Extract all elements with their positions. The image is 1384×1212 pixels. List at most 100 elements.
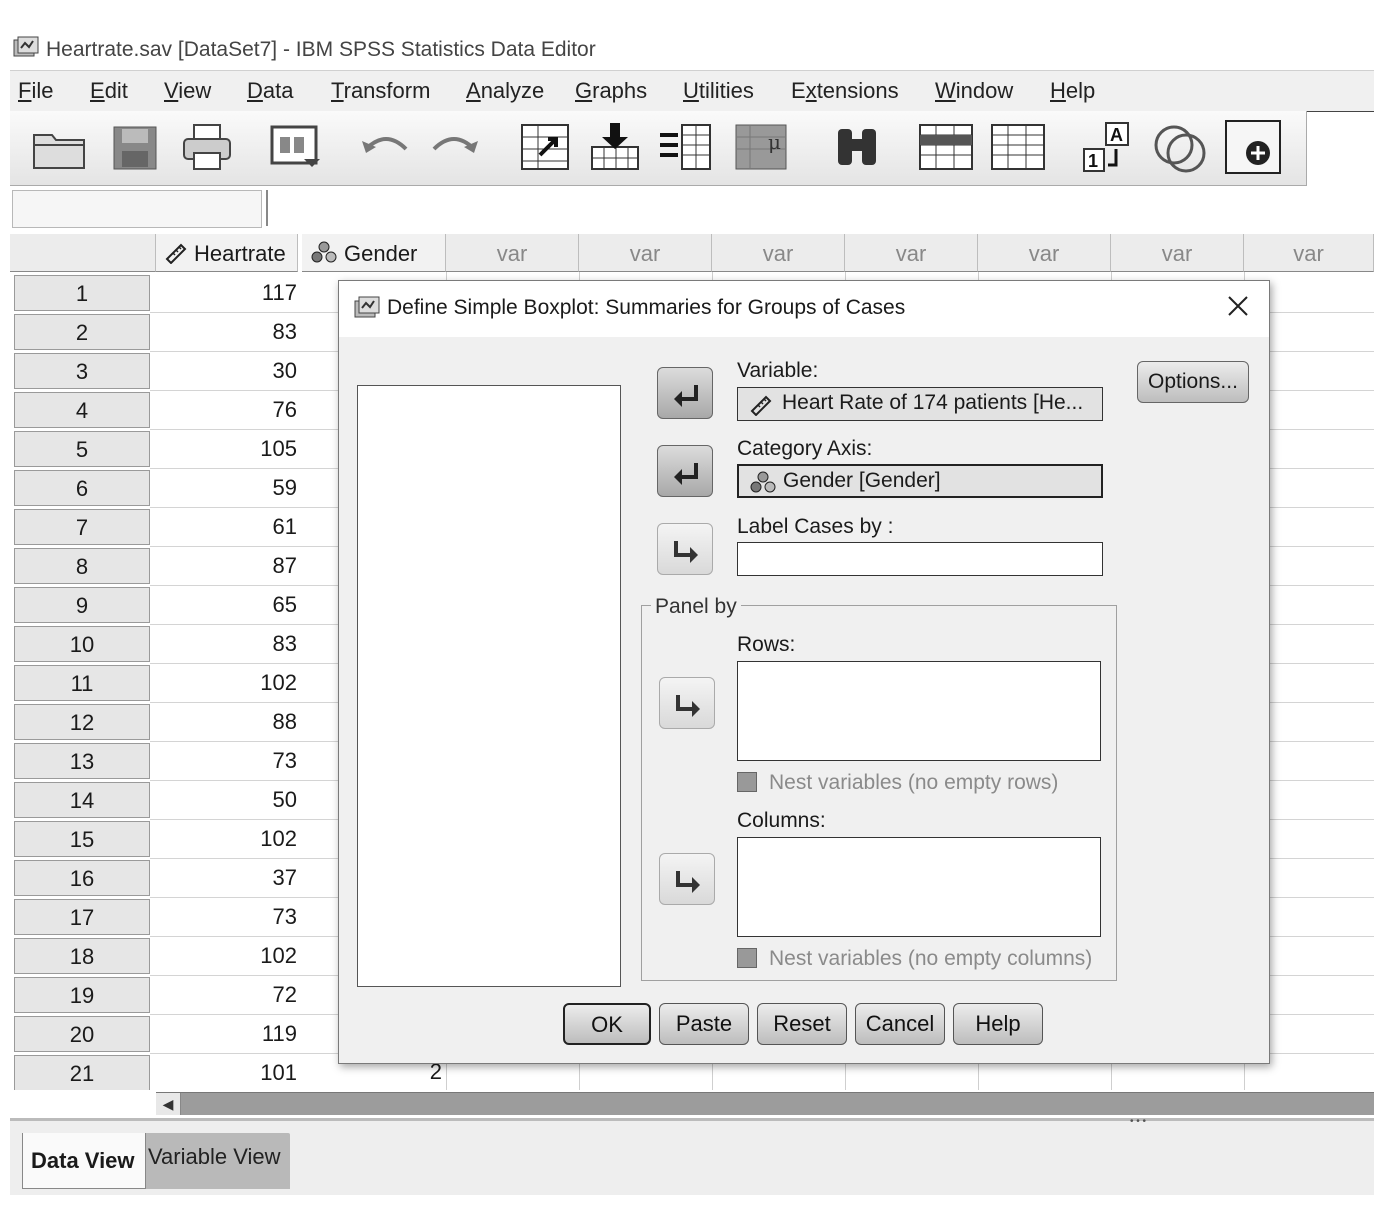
row-header[interactable]: 18 (14, 938, 150, 974)
move-to-variable-button[interactable] (657, 367, 713, 419)
row-header[interactable]: 2 (14, 314, 150, 350)
menu-utilities[interactable]: Utilities (683, 78, 754, 104)
goto-case-icon[interactable] (516, 119, 574, 175)
options-button[interactable]: Options... (1137, 361, 1249, 403)
pane-resize-handle-icon[interactable]: • • • (1130, 1116, 1146, 1127)
heartrate-cell[interactable]: 102 (155, 664, 297, 702)
row-header[interactable]: 7 (14, 509, 150, 545)
column-header-heartrate[interactable]: Heartrate (156, 234, 298, 272)
column-header-var[interactable]: var (579, 234, 712, 272)
column-header-var[interactable]: var (712, 234, 845, 272)
horizontal-scrollbar[interactable]: ◀ (156, 1092, 1374, 1115)
heartrate-cell[interactable]: 105 (155, 430, 297, 468)
column-header-var[interactable]: var (978, 234, 1111, 272)
print-icon[interactable] (178, 119, 236, 175)
row-header[interactable]: 13 (14, 743, 150, 779)
menu-data[interactable]: Data (247, 78, 293, 104)
row-header[interactable]: 21 (14, 1055, 150, 1090)
menu-view[interactable]: View (164, 78, 211, 104)
menu-help[interactable]: Help (1050, 78, 1095, 104)
heartrate-cell[interactable]: 30 (155, 352, 297, 390)
heartrate-cell[interactable]: 65 (155, 586, 297, 624)
move-to-rows-button[interactable] (659, 677, 715, 729)
columns-field[interactable] (737, 837, 1101, 937)
heartrate-cell[interactable]: 102 (155, 937, 297, 975)
heartrate-cell[interactable]: 83 (155, 313, 297, 351)
nest-rows-checkbox[interactable] (737, 772, 757, 792)
heartrate-cell[interactable]: 102 (155, 820, 297, 858)
move-to-label-cases-button[interactable] (657, 523, 713, 575)
undo-icon[interactable] (356, 119, 414, 175)
heartrate-cell[interactable]: 73 (155, 898, 297, 936)
cell-reference-box[interactable] (12, 190, 262, 228)
heartrate-cell[interactable]: 119 (155, 1015, 297, 1053)
column-header-var[interactable]: var (446, 234, 579, 272)
show-all-variables-icon[interactable] (1224, 119, 1282, 175)
move-to-category-axis-button[interactable] (657, 445, 713, 497)
source-variable-list[interactable] (357, 385, 621, 987)
column-header-var[interactable]: var (845, 234, 978, 272)
open-folder-icon[interactable] (30, 119, 88, 175)
row-header[interactable]: 16 (14, 860, 150, 896)
label-cases-field[interactable] (737, 542, 1103, 576)
value-labels-icon[interactable]: A1 (1078, 119, 1136, 175)
heartrate-cell[interactable]: 83 (155, 625, 297, 663)
heartrate-cell[interactable]: 50 (155, 781, 297, 819)
menu-extensions[interactable]: Extensions (791, 78, 899, 104)
column-header-var[interactable]: var (1244, 234, 1374, 272)
row-header[interactable]: 10 (14, 626, 150, 662)
heartrate-cell[interactable]: 61 (155, 508, 297, 546)
dialog-recall-icon[interactable] (266, 119, 324, 175)
heartrate-cell[interactable]: 87 (155, 547, 297, 585)
cell-value-editor[interactable] (266, 190, 1376, 226)
tab-variable-view[interactable]: Variable View (140, 1133, 290, 1189)
variables-icon[interactable] (656, 119, 714, 175)
row-header[interactable]: 20 (14, 1016, 150, 1052)
tab-data-view[interactable]: Data View (22, 1133, 146, 1189)
heartrate-cell[interactable]: 101 (155, 1054, 297, 1090)
scroll-left-arrow-icon[interactable]: ◀ (156, 1093, 181, 1115)
row-header[interactable]: 8 (14, 548, 150, 584)
use-variable-sets-icon[interactable] (1150, 119, 1208, 175)
row-header[interactable]: 14 (14, 782, 150, 818)
ok-button[interactable]: OK (563, 1003, 651, 1045)
column-header-gender[interactable]: Gender (302, 234, 446, 272)
paste-button[interactable]: Paste (659, 1003, 749, 1045)
rows-field[interactable] (737, 661, 1101, 761)
insert-cases-icon[interactable] (916, 119, 974, 175)
variable-field[interactable]: Heart Rate of 174 patients [He... (737, 387, 1103, 421)
move-to-columns-button[interactable] (659, 853, 715, 905)
row-header[interactable]: 5 (14, 431, 150, 467)
row-header[interactable]: 15 (14, 821, 150, 857)
close-icon[interactable] (1225, 293, 1251, 319)
row-header[interactable]: 3 (14, 353, 150, 389)
heartrate-cell[interactable]: 88 (155, 703, 297, 741)
row-header[interactable]: 9 (14, 587, 150, 623)
goto-variable-icon[interactable] (586, 119, 644, 175)
nest-columns-checkbox[interactable] (737, 948, 757, 968)
heartrate-cell[interactable]: 76 (155, 391, 297, 429)
find-icon[interactable] (828, 119, 886, 175)
reset-button[interactable]: Reset (757, 1003, 847, 1045)
row-header[interactable]: 6 (14, 470, 150, 506)
row-header[interactable]: 12 (14, 704, 150, 740)
heartrate-cell[interactable]: 37 (155, 859, 297, 897)
row-header[interactable]: 19 (14, 977, 150, 1013)
menu-edit[interactable]: Edit (90, 78, 128, 104)
save-icon[interactable] (106, 119, 164, 175)
run-descriptives-icon[interactable]: μ (732, 119, 790, 175)
redo-icon[interactable] (426, 119, 484, 175)
menu-transform[interactable]: Transform (331, 78, 430, 104)
row-header[interactable]: 11 (14, 665, 150, 701)
column-header-var[interactable]: var (1111, 234, 1244, 272)
category-axis-field[interactable]: Gender [Gender] (737, 464, 1103, 498)
insert-variable-icon[interactable] (988, 119, 1046, 175)
help-button[interactable]: Help (953, 1003, 1043, 1045)
row-header[interactable]: 17 (14, 899, 150, 935)
row-header[interactable]: 4 (14, 392, 150, 428)
row-header[interactable]: 1 (14, 275, 150, 311)
heartrate-cell[interactable]: 72 (155, 976, 297, 1014)
menu-graphs[interactable]: Graphs (575, 78, 647, 104)
heartrate-cell[interactable]: 117 (155, 274, 297, 312)
cancel-button[interactable]: Cancel (855, 1003, 945, 1045)
